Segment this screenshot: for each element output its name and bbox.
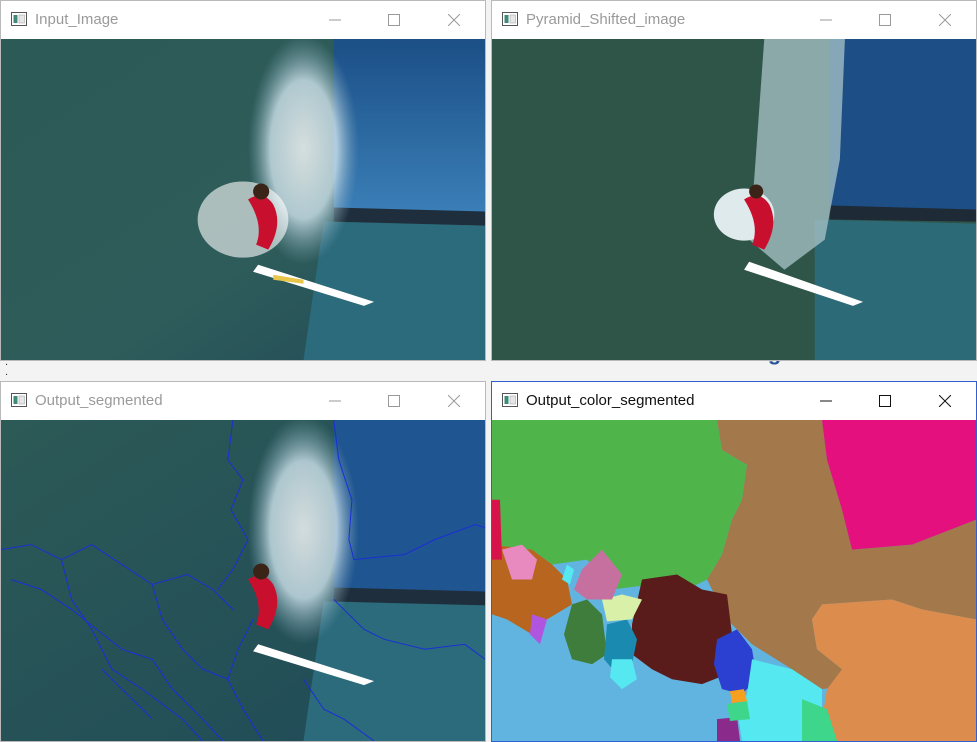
pyramid-shifted-photo xyxy=(492,39,976,360)
app-icon xyxy=(502,12,518,26)
window-title: Pyramid_Shifted_image xyxy=(526,11,686,28)
close-button[interactable] xyxy=(431,382,477,420)
close-icon xyxy=(448,14,460,26)
background-edge-mark: . xyxy=(5,366,9,378)
input-image-canvas xyxy=(1,39,485,360)
window-title: Output_color_segmented xyxy=(526,392,695,409)
maximize-button[interactable] xyxy=(371,382,417,420)
window-title: Input_Image xyxy=(35,11,119,28)
maximize-icon xyxy=(388,14,400,26)
maximize-icon xyxy=(879,395,891,407)
app-icon xyxy=(502,393,518,407)
close-button[interactable] xyxy=(431,1,477,39)
maximize-button[interactable] xyxy=(862,1,908,39)
close-icon xyxy=(939,395,951,407)
close-icon xyxy=(448,395,460,407)
close-icon xyxy=(939,14,951,26)
output-color-segmented-window[interactable]: Output_color_segmented xyxy=(491,381,977,742)
title-bar[interactable]: Input_Image xyxy=(1,1,485,39)
close-button[interactable] xyxy=(922,1,968,39)
surfer-photo xyxy=(1,39,485,360)
output-color-segmented-canvas xyxy=(492,420,976,741)
minimize-button[interactable] xyxy=(803,1,849,39)
minimize-button[interactable] xyxy=(312,1,358,39)
title-bar[interactable]: Pyramid_Shifted_image xyxy=(492,1,976,39)
maximize-icon xyxy=(879,14,891,26)
maximize-icon xyxy=(388,395,400,407)
close-button[interactable] xyxy=(922,382,968,420)
app-icon xyxy=(11,393,27,407)
color-segmentation-map xyxy=(492,420,976,741)
minimize-button[interactable] xyxy=(803,382,849,420)
pyramid-shifted-canvas xyxy=(492,39,976,360)
title-bar[interactable]: Output_color_segmented xyxy=(492,382,976,420)
pyramid-shifted-window[interactable]: Pyramid_Shifted_image xyxy=(491,0,977,361)
segmented-photo xyxy=(1,420,485,741)
minimize-icon xyxy=(820,19,832,21)
window-title: Output_segmented xyxy=(35,392,163,409)
minimize-icon xyxy=(329,19,341,21)
input-image-window[interactable]: Input_Image xyxy=(0,0,486,361)
title-bar[interactable]: Output_segmented xyxy=(1,382,485,420)
minimize-button[interactable] xyxy=(312,382,358,420)
output-segmented-canvas xyxy=(1,420,485,741)
minimize-icon xyxy=(329,400,341,402)
maximize-button[interactable] xyxy=(371,1,417,39)
output-segmented-window[interactable]: Output_segmented xyxy=(0,381,486,742)
maximize-button[interactable] xyxy=(862,382,908,420)
app-icon xyxy=(11,12,27,26)
minimize-icon xyxy=(820,400,832,402)
